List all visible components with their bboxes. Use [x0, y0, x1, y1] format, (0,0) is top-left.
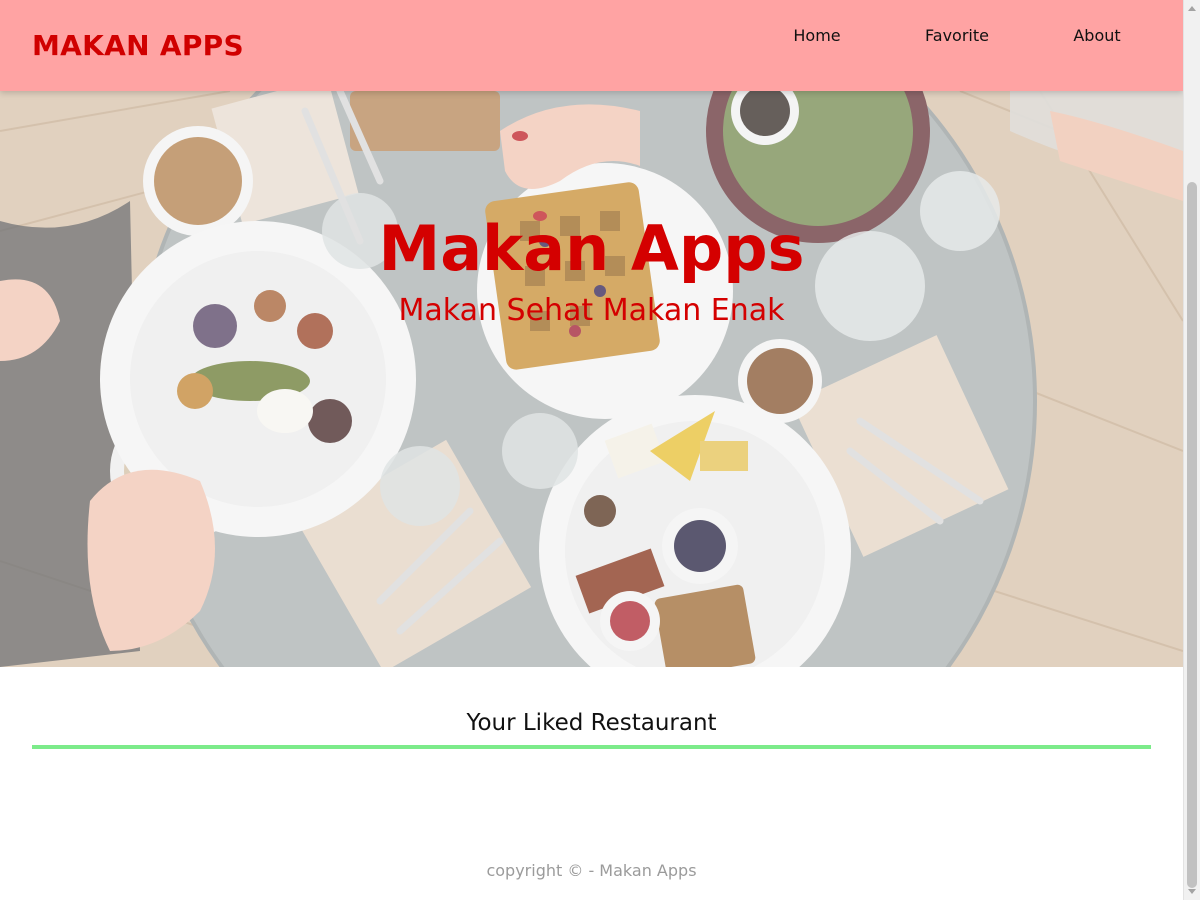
vertical-scrollbar[interactable]	[1183, 0, 1200, 900]
nav-about-link[interactable]: About	[1027, 22, 1167, 50]
main-nav: Home Favorite About	[747, 22, 1167, 50]
app-content: MAKAN APPS Home Favorite About Makan App…	[0, 0, 1183, 900]
liked-restaurant-section: Your Liked Restaurant	[32, 705, 1151, 749]
app-bar: MAKAN APPS Home Favorite About	[0, 0, 1183, 91]
liked-section-title: Your Liked Restaurant	[466, 710, 717, 736]
hero-banner: Makan Apps Makan Sehat Makan Enak	[0, 91, 1183, 667]
hero-text: Makan Apps Makan Sehat Makan Enak	[0, 209, 1183, 331]
scroll-down-icon[interactable]	[1188, 889, 1196, 894]
hero-title: Makan Apps	[378, 212, 805, 285]
scroll-up-icon[interactable]	[1188, 6, 1196, 11]
hero-overlay	[0, 91, 1183, 667]
section-divider	[32, 745, 1151, 749]
page: MAKAN APPS Home Favorite About Makan App…	[0, 0, 1200, 900]
hero-subtitle: Makan Sehat Makan Enak	[398, 293, 785, 328]
footer-copyright: copyright © - Makan Apps	[486, 861, 697, 880]
nav-home-link[interactable]: Home	[747, 22, 887, 50]
nav-favorite-link[interactable]: Favorite	[887, 22, 1027, 50]
scroll-thumb[interactable]	[1187, 182, 1197, 888]
brand-logo-link[interactable]: MAKAN APPS	[32, 26, 244, 66]
